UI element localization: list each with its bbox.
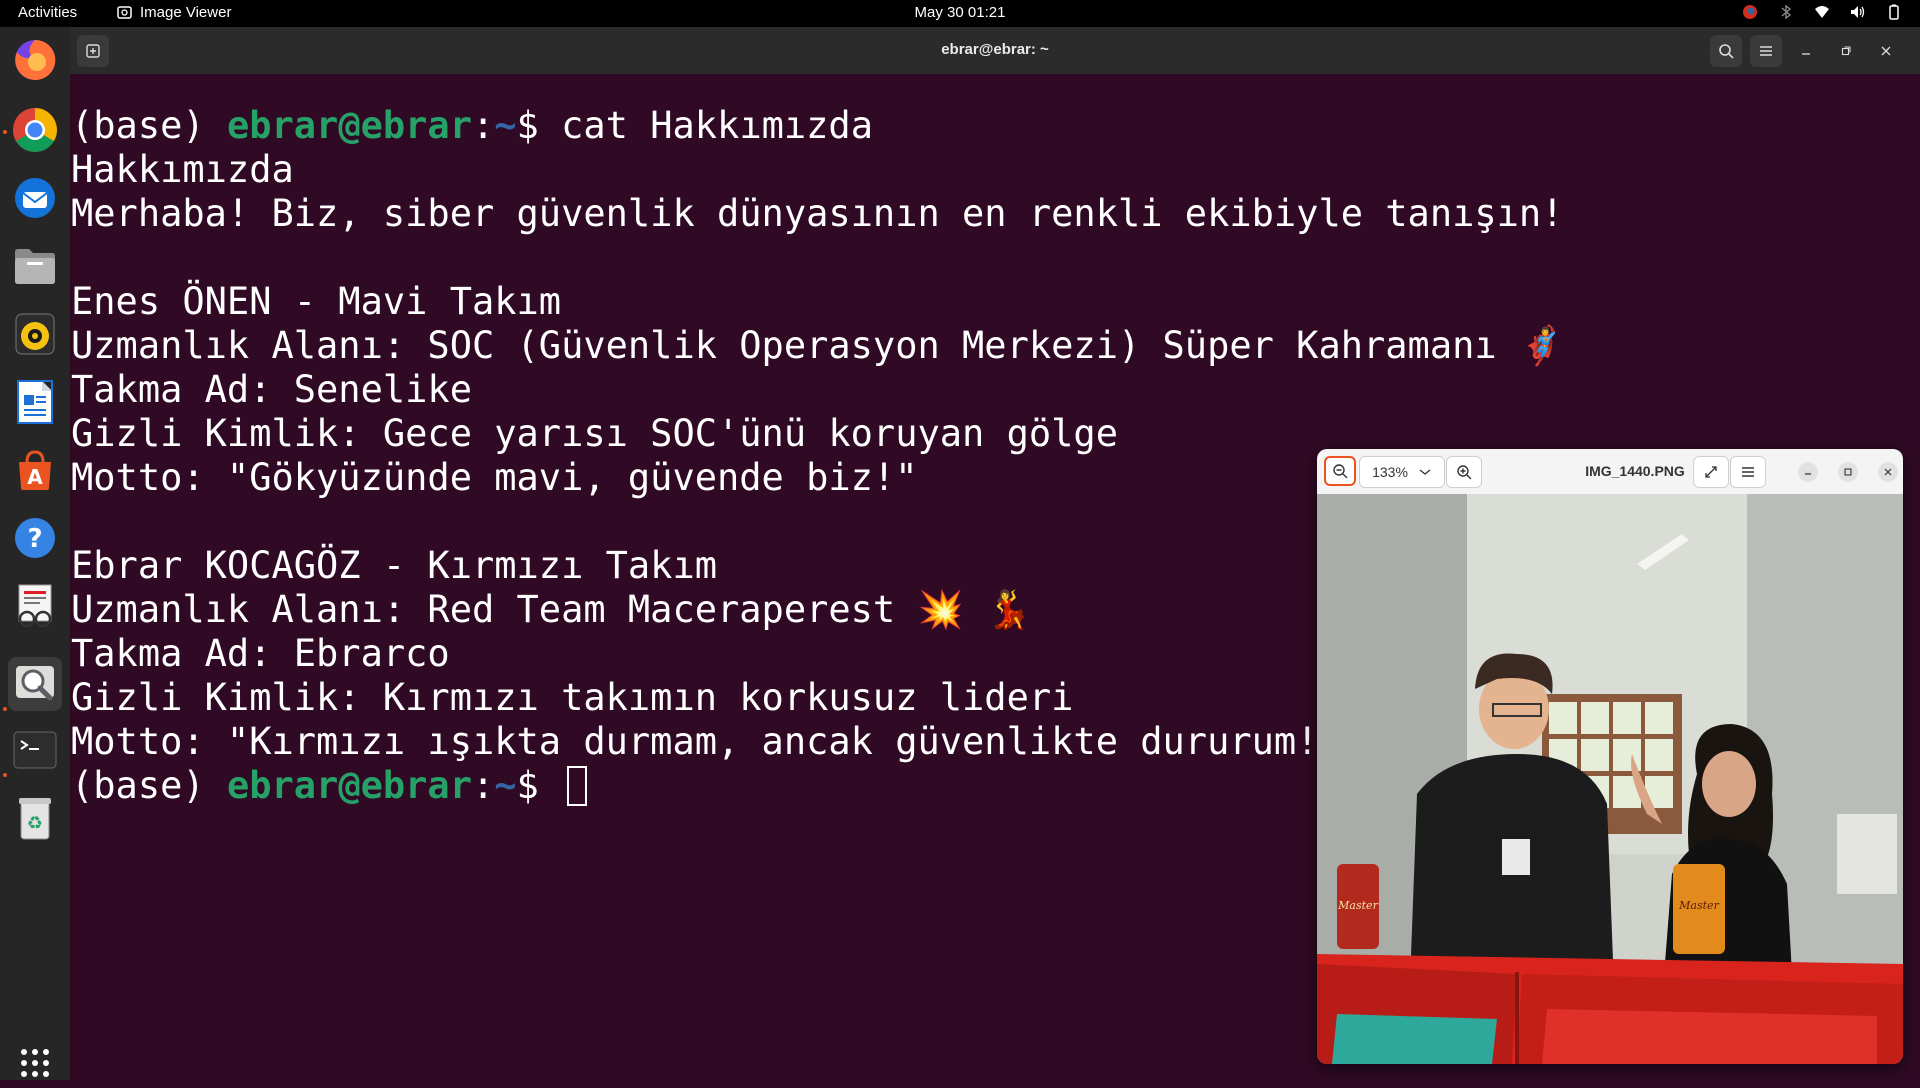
rhythmbox-launcher[interactable] [10, 309, 60, 359]
system-tray[interactable] [1742, 4, 1902, 20]
prompt-user: ebrar@ebrar [226, 104, 472, 147]
prompt-user: ebrar@ebrar [226, 764, 472, 807]
prompt-path: ~ [494, 764, 517, 807]
displayed-photo[interactable]: Master Master [1317, 494, 1903, 1064]
terminal-header-bar[interactable]: ebrar@ebrar: ~ [70, 27, 1920, 74]
prompt-colon: : [471, 764, 495, 807]
maximize-icon [1844, 468, 1852, 476]
search-icon [1719, 44, 1734, 59]
terminal-icon [13, 731, 57, 769]
firefox-icon [15, 39, 56, 80]
image-viewer-launcher[interactable] [8, 657, 62, 711]
search-button[interactable] [1710, 35, 1742, 67]
svg-text:♻: ♻ [27, 813, 43, 834]
close-icon [1884, 468, 1892, 476]
zoom-level-dropdown[interactable]: 133% [1359, 456, 1445, 488]
prompt-dollar: $ [516, 764, 562, 807]
prompt-dollar: $ [516, 104, 562, 147]
prompt-line: (base) ebrar@ebrar:~$ cat Hakkımızda [71, 104, 1920, 148]
zoom-in-icon [1457, 465, 1472, 480]
chrome-launcher[interactable] [10, 105, 60, 155]
chevron-down-icon [1419, 469, 1431, 475]
prompt-path: ~ [494, 104, 517, 147]
chrome-icon [13, 108, 57, 152]
trash-icon: ♻ [19, 798, 51, 840]
output-line: Takma Ad: Senelike [71, 368, 472, 411]
dock: A ? ♻ [0, 27, 70, 1080]
fullscreen-button[interactable] [1693, 456, 1729, 488]
running-indicator [3, 773, 7, 777]
svg-text:?: ? [27, 524, 42, 554]
trash-launcher[interactable]: ♻ [10, 793, 60, 843]
zoom-level-value: 133% [1372, 464, 1408, 480]
help-launcher[interactable]: ? [10, 513, 60, 563]
wifi-icon[interactable] [1814, 4, 1830, 20]
app-grid-icon [21, 1049, 49, 1077]
viewer-menu-button[interactable] [1730, 456, 1766, 488]
viewer-minimize-button[interactable] [1798, 462, 1818, 482]
magnifier-image-icon [16, 666, 54, 701]
hamburger-menu-icon [1742, 467, 1754, 477]
document-writer-icon [17, 380, 53, 424]
svg-text:A: A [27, 465, 43, 489]
hamburger-menu-icon [1760, 46, 1772, 56]
output-line: Hakkımızda [71, 148, 294, 191]
viewer-maximize-button[interactable] [1838, 462, 1858, 482]
output-line: Enes ÖNEN - Mavi Takım [71, 280, 562, 323]
writer-launcher[interactable] [10, 377, 60, 427]
command-text: cat Hakkımızda [561, 104, 873, 147]
minimize-icon [1805, 473, 1811, 475]
zoom-out-icon [1333, 464, 1348, 479]
speaker-icon [15, 313, 55, 355]
screen-recording-icon[interactable] [1742, 4, 1758, 20]
running-indicator [3, 130, 7, 134]
thunderbird-icon [15, 178, 55, 218]
bluetooth-icon[interactable] [1778, 4, 1794, 20]
window-title: ebrar@ebrar: ~ [941, 41, 1049, 58]
volume-icon[interactable] [1850, 4, 1866, 20]
top-bar: Activities Image Viewer May 30 01:21 [0, 0, 1920, 27]
viewer-close-button[interactable] [1878, 462, 1898, 482]
image-viewer-header-bar[interactable]: 133% IMG_1440.PNG [1317, 449, 1903, 494]
restore-icon [1841, 46, 1851, 56]
output-line: Uzmanlık Alanı: SOC (Güvenlik Operasyon … [71, 324, 1566, 367]
hamburger-menu-button[interactable] [1750, 35, 1782, 67]
svg-text:Master: Master [1337, 899, 1378, 912]
files-launcher[interactable] [10, 241, 60, 291]
zoom-in-button[interactable] [1446, 456, 1482, 488]
prompt-env: (base) [71, 764, 227, 807]
app-center-launcher[interactable]: A [10, 445, 60, 495]
zoom-out-button[interactable] [1324, 456, 1356, 486]
thunderbird-launcher[interactable] [10, 173, 60, 223]
terminal-launcher[interactable] [10, 725, 60, 775]
prompt-colon: : [471, 104, 495, 147]
firefox-launcher[interactable] [10, 35, 60, 85]
show-apps-button[interactable] [10, 1038, 60, 1088]
svg-text:Master: Master [1678, 899, 1719, 912]
app-store-icon: A [19, 450, 51, 490]
clock[interactable]: May 30 01:21 [0, 4, 1920, 21]
help-icon: ? [15, 518, 55, 558]
minimize-button[interactable] [1790, 35, 1822, 67]
maximize-button[interactable] [1830, 35, 1862, 67]
document-viewer-launcher[interactable] [10, 581, 60, 631]
close-icon [1881, 46, 1891, 56]
battery-icon[interactable] [1886, 4, 1902, 20]
document-viewer-icon [18, 584, 52, 628]
fullscreen-icon [1705, 466, 1717, 478]
minimize-icon [1802, 53, 1810, 55]
prompt-env: (base) [71, 104, 227, 147]
close-button[interactable] [1870, 35, 1902, 67]
running-indicator [3, 707, 7, 711]
output-line: Merhaba! Biz, siber güvenlik dünyasının … [71, 192, 1564, 235]
text-cursor [567, 766, 588, 806]
folder-icon [15, 249, 55, 284]
image-viewer-window[interactable]: 133% IMG_1440.PNG Master Master [1317, 449, 1903, 1064]
